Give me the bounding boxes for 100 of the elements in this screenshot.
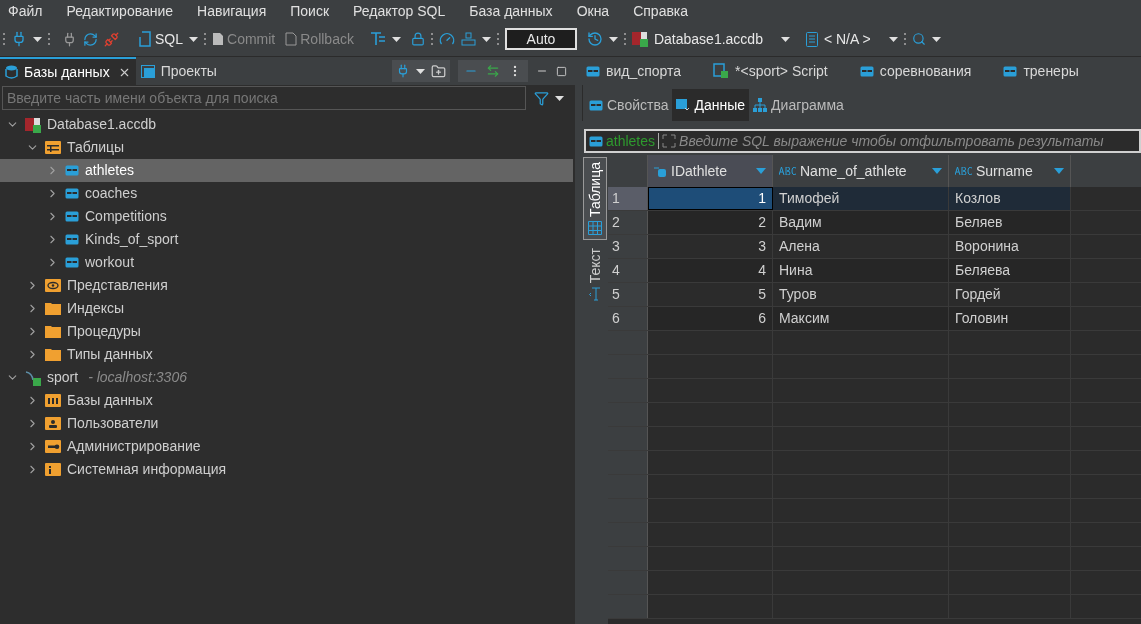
refresh-icon[interactable] [83, 31, 98, 47]
caret-icon[interactable] [608, 36, 618, 42]
search-icon[interactable] [911, 32, 926, 46]
side-tab[interactable]: Таблица [583, 157, 607, 240]
sort-icon[interactable] [756, 168, 766, 174]
caret-icon[interactable] [391, 36, 401, 42]
caret-icon[interactable] [481, 36, 491, 42]
text-type-icon [779, 167, 797, 175]
tree-item-label: Базы данных [67, 391, 153, 410]
tree-item-label: workout [85, 253, 135, 272]
database-file-icon [25, 116, 41, 133]
tree-item-label: coaches [85, 184, 138, 203]
menu-item[interactable]: Редактирование [66, 0, 174, 22]
menu-item[interactable]: База данных [469, 0, 553, 22]
tree-item[interactable]: athletes [0, 159, 573, 182]
sql-button[interactable]: SQL [139, 28, 183, 50]
tree-item[interactable]: Database1.accdb [0, 113, 573, 136]
caret-icon[interactable] [416, 68, 425, 74]
tree-item[interactable]: Индексы [0, 297, 573, 320]
search-field[interactable]: Введите часть имени объекта для поиска [2, 86, 526, 110]
gauge-icon[interactable] [438, 31, 455, 47]
table-icon [65, 257, 79, 268]
menu-item[interactable]: Окна [576, 0, 610, 22]
editor-tab[interactable]: соревнования [859, 60, 972, 82]
boxes-icon[interactable] [460, 32, 476, 46]
tree-item[interactable]: Kinds_of_sport [0, 228, 573, 251]
table-cell: Максим [773, 307, 949, 330]
view-tab[interactable]: Данные [672, 89, 750, 121]
toolbar-grip-icon [903, 32, 906, 46]
tree-item[interactable]: Базы данных [0, 389, 573, 412]
tree-item[interactable]: Типы данных [0, 343, 573, 366]
sort-icon[interactable] [1054, 168, 1064, 174]
table-cell: Козлов [949, 187, 1071, 210]
tree-item-label: Администрирование [67, 437, 201, 456]
menu-item[interactable]: Навигация [197, 0, 267, 22]
grid-row[interactable]: 5 5 Туров Гордей [608, 283, 1141, 307]
column-header[interactable]: IDathlete [648, 155, 773, 187]
database-file-icon [631, 31, 648, 47]
sort-icon[interactable] [932, 168, 942, 174]
grid-row[interactable]: 6 6 Максим Головин [608, 307, 1141, 331]
table-cell: Нина [773, 259, 949, 282]
datasource-selector[interactable]: Database1.accdb [631, 28, 763, 50]
editor-tab[interactable]: вид_спорта [586, 60, 682, 82]
grid-row[interactable]: 3 3 Алена Воронина [608, 235, 1141, 259]
row-number: 4 [608, 259, 648, 282]
history-icon[interactable] [586, 31, 603, 47]
panel-tab[interactable]: Проекты [135, 57, 222, 85]
lock-icon[interactable] [410, 32, 425, 46]
table-cell: Головин [949, 307, 1071, 330]
plug-icon[interactable] [11, 31, 27, 47]
menu-item[interactable]: Редактор SQL [353, 0, 446, 22]
editor-tab[interactable]: тренеры [1003, 60, 1079, 82]
grid-row[interactable]: 4 4 Нина Беляева [608, 259, 1141, 283]
tree-item[interactable]: Системная информация [0, 458, 573, 481]
window-icon [140, 64, 155, 78]
tree-item[interactable]: Competitions [0, 205, 573, 228]
view-tab[interactable]: Диаграмма [749, 89, 848, 121]
caret-icon[interactable] [33, 36, 42, 42]
table-cell: 6 [648, 307, 773, 330]
menu-item[interactable]: Поиск [290, 0, 330, 22]
caret-icon[interactable] [555, 95, 564, 101]
tree-item[interactable]: workout [0, 251, 573, 274]
editor-tab[interactable]: *<sport> Script [713, 60, 828, 82]
view-tab[interactable]: Свойства [585, 89, 673, 121]
transaction-mode-field[interactable]: Auto [504, 28, 577, 50]
tree-item[interactable]: sport - localhost:3306 [0, 366, 573, 389]
table-icon [65, 234, 79, 245]
panel-tab[interactable]: Базы данных [0, 57, 136, 85]
caret-icon[interactable] [189, 36, 198, 42]
plug-icon[interactable] [62, 31, 77, 47]
table-icon [859, 65, 874, 77]
caret-icon[interactable] [931, 36, 941, 42]
transaction-icon[interactable] [369, 32, 386, 46]
caret-icon[interactable] [780, 36, 790, 42]
grid-row[interactable]: 1 1 Тимофей Козлов [608, 187, 1141, 211]
document-icon [805, 31, 818, 47]
link-icon[interactable] [486, 64, 500, 78]
document-icon [285, 32, 298, 46]
database-folder-icon [45, 394, 61, 407]
grid-row[interactable]: 2 2 Вадим Беляев [608, 211, 1141, 235]
menu-item[interactable]: Справка [633, 0, 689, 22]
menu-item[interactable]: Файл [8, 0, 43, 22]
side-tab[interactable]: Текст [583, 243, 607, 306]
filter-bar[interactable]: athletes Введите SQL выражение чтобы отфильтровать результаты [584, 129, 1141, 153]
table-cell: Беляев [949, 211, 1071, 234]
filter-icon[interactable] [534, 90, 549, 106]
folder-icon [45, 348, 61, 361]
tree-item[interactable]: Представления [0, 274, 573, 297]
folder-plus-icon[interactable] [431, 63, 446, 79]
tree-item[interactable]: Таблицы [0, 136, 573, 159]
caret-icon[interactable] [888, 36, 898, 42]
tree-item[interactable]: Администрирование [0, 435, 573, 458]
tree-item[interactable]: Пользователи [0, 412, 573, 435]
maximize-icon[interactable] [556, 65, 567, 77]
unplug-icon[interactable] [104, 31, 119, 47]
schema-selector[interactable]: < N/A > [805, 28, 871, 50]
plug-icon[interactable] [396, 64, 410, 78]
tree-item[interactable]: coaches [0, 182, 573, 205]
tree-item[interactable]: Процедуры [0, 320, 573, 343]
table-icon [589, 99, 603, 111]
